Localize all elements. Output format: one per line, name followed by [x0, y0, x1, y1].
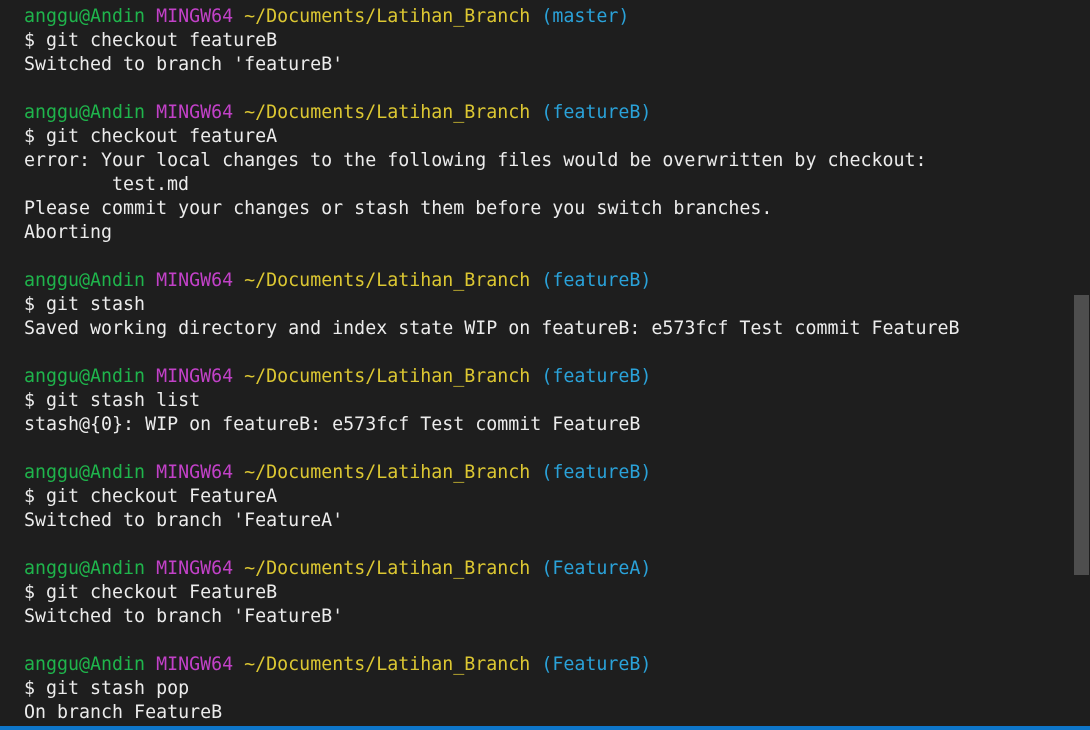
prompt-user-host: anggu@Andin: [24, 462, 146, 483]
prompt-system: MINGW64: [156, 102, 234, 123]
prompt-system: MINGW64: [156, 558, 234, 579]
terminal-window[interactable]: anggu@Andin MINGW64 ~/Documents/Latihan_…: [0, 0, 1072, 726]
prompt-system: MINGW64: [156, 270, 234, 291]
status-bar-strip: [0, 726, 1090, 730]
prompt-user-host: anggu@Andin: [24, 366, 146, 387]
prompt-user-host: anggu@Andin: [24, 270, 146, 291]
command-line: $ git checkout featureB: [24, 30, 278, 51]
prompt-user-host: anggu@Andin: [24, 558, 146, 579]
prompt-branch: (featureB): [541, 462, 652, 483]
command-line: $ git stash: [24, 294, 146, 315]
prompt-path: ~/Documents/Latihan_Branch: [244, 462, 531, 483]
file-name-line: test.md: [112, 174, 190, 195]
command-line: $ git stash list: [24, 390, 201, 411]
command-line: $ git checkout FeatureB: [24, 582, 278, 603]
command-line: $ git checkout featureA: [24, 126, 278, 147]
prompt-system: MINGW64: [156, 366, 234, 387]
scrollbar-thumb[interactable]: [1074, 295, 1089, 575]
error-line: error: Your local changes to the followi…: [24, 150, 927, 171]
terminal-output: anggu@Andin MINGW64 ~/Documents/Latihan_…: [24, 5, 1072, 725]
prompt-user-host: anggu@Andin: [24, 6, 146, 27]
prompt-line: anggu@Andin MINGW64 ~/Documents/Latihan_…: [24, 557, 1072, 581]
prompt-path: ~/Documents/Latihan_Branch: [244, 366, 531, 387]
output-line: Switched to branch 'featureB': [24, 54, 344, 75]
prompt-system: MINGW64: [156, 6, 234, 27]
prompt-path: ~/Documents/Latihan_Branch: [244, 558, 531, 579]
prompt-line: anggu@Andin MINGW64 ~/Documents/Latihan_…: [24, 365, 1072, 389]
prompt-system: MINGW64: [156, 654, 234, 675]
prompt-branch: (featureB): [541, 366, 652, 387]
prompt-user-host: anggu@Andin: [24, 102, 146, 123]
output-line: Saved working directory and index state …: [24, 318, 960, 339]
output-line: stash@{0}: WIP on featureB: e573fcf Test…: [24, 414, 641, 435]
command-line: $ git checkout FeatureA: [24, 486, 278, 507]
output-line: Switched to branch 'FeatureB': [24, 606, 344, 627]
prompt-branch: (featureB): [541, 270, 652, 291]
vertical-scrollbar[interactable]: [1072, 0, 1090, 726]
output-line: Please commit your changes or stash them…: [24, 198, 773, 219]
command-line: $ git stash pop: [24, 678, 190, 699]
prompt-path: ~/Documents/Latihan_Branch: [244, 102, 531, 123]
prompt-path: ~/Documents/Latihan_Branch: [244, 654, 531, 675]
prompt-branch: (featureB): [541, 102, 652, 123]
output-line: Aborting: [24, 222, 113, 243]
prompt-line: anggu@Andin MINGW64 ~/Documents/Latihan_…: [24, 269, 1072, 293]
prompt-system: MINGW64: [156, 462, 234, 483]
prompt-branch: (FeatureA): [541, 558, 652, 579]
prompt-user-host: anggu@Andin: [24, 654, 146, 675]
prompt-line: anggu@Andin MINGW64 ~/Documents/Latihan_…: [24, 461, 1072, 485]
prompt-line: anggu@Andin MINGW64 ~/Documents/Latihan_…: [24, 101, 1072, 125]
prompt-path: ~/Documents/Latihan_Branch: [244, 6, 531, 27]
prompt-branch: (FeatureB): [541, 654, 652, 675]
prompt-line: anggu@Andin MINGW64 ~/Documents/Latihan_…: [24, 5, 1072, 29]
prompt-branch: (master): [541, 6, 630, 27]
output-line: On branch FeatureB: [24, 702, 223, 723]
output-line: Switched to branch 'FeatureA': [24, 510, 344, 531]
prompt-path: ~/Documents/Latihan_Branch: [244, 270, 531, 291]
prompt-line: anggu@Andin MINGW64 ~/Documents/Latihan_…: [24, 653, 1072, 677]
